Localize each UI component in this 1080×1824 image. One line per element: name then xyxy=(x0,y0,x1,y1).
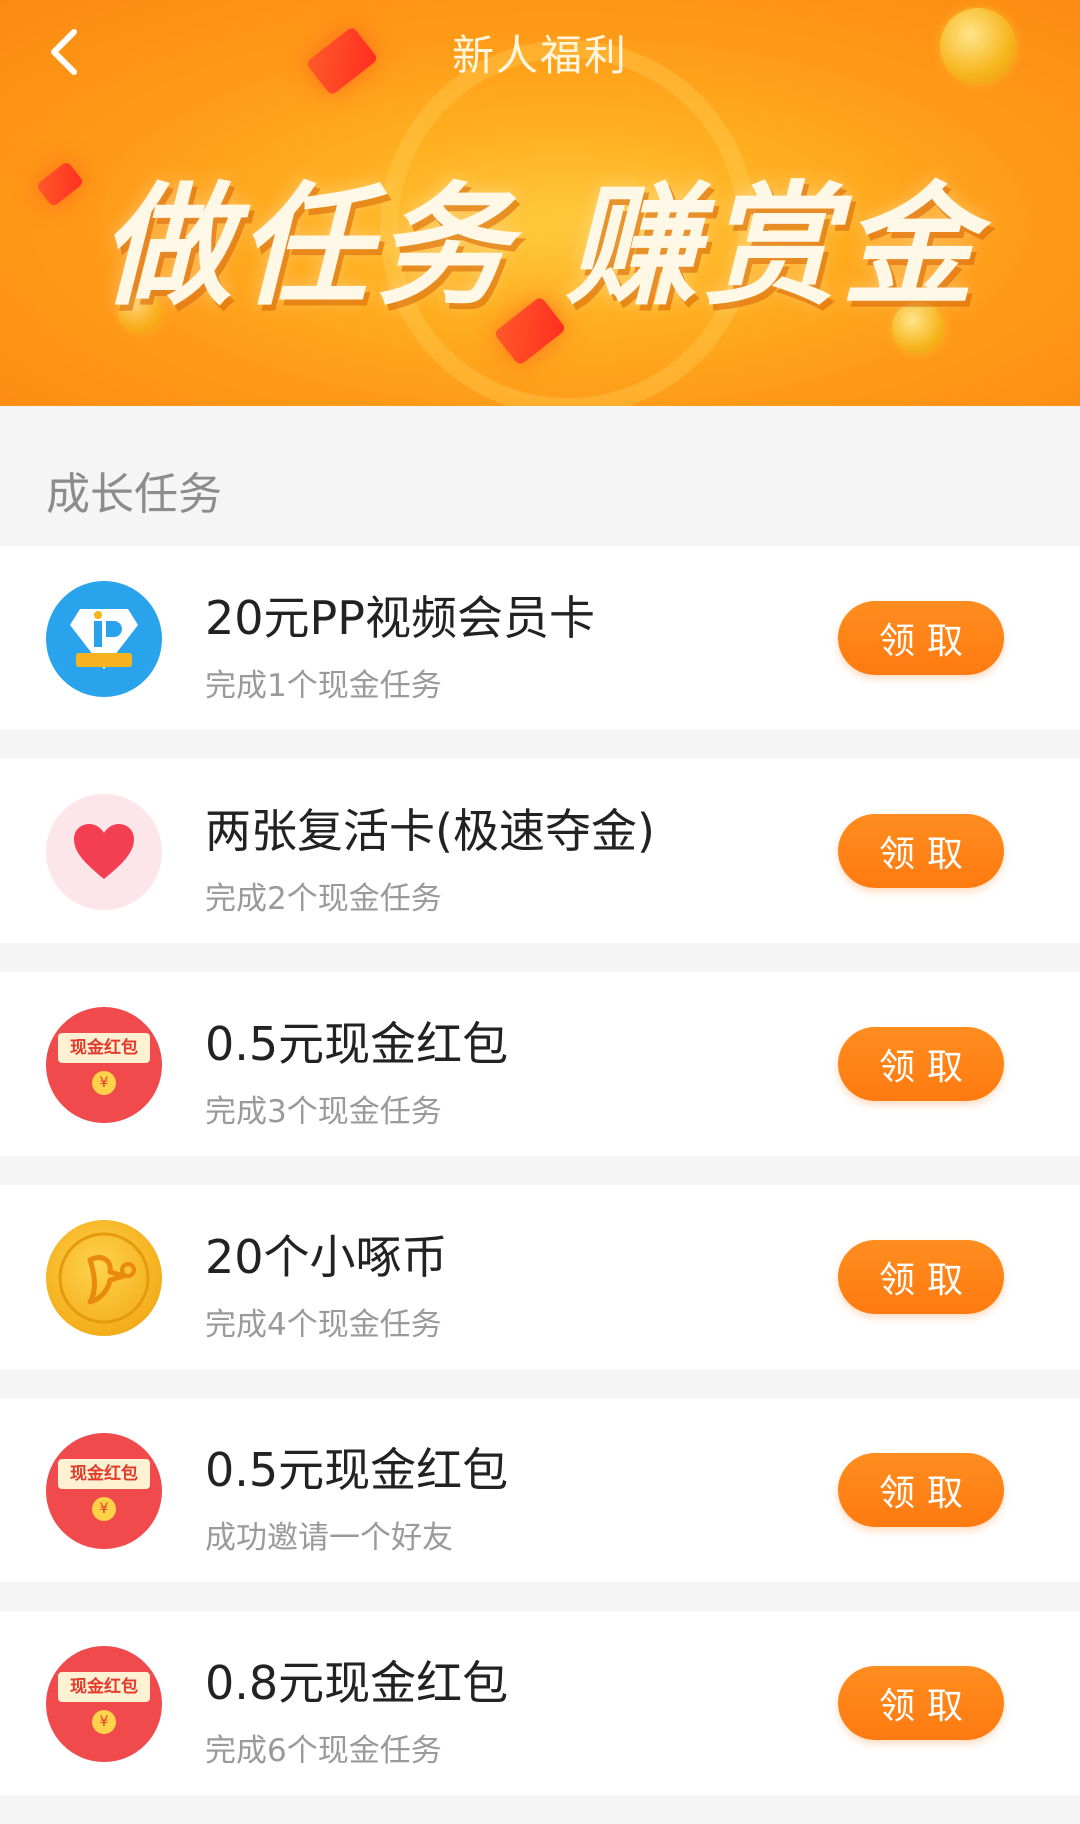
page-title: 新人福利 xyxy=(451,31,628,80)
task-item: 20元PP视频会员卡 完成1个现金任务 领取 xyxy=(0,546,1080,730)
task-title: 0.5元现金红包 xyxy=(205,1443,509,1497)
red-envelope-icon: 现金红包 ¥ xyxy=(46,1433,162,1549)
task-item: 现金红包 ¥ 0.5元现金红包 完成3个现金任务 领取 xyxy=(0,972,1080,1156)
pp-video-icon xyxy=(46,581,162,697)
claim-button[interactable]: 领取 xyxy=(838,1027,1004,1101)
header-banner: 新人福利 做任务 赚赏金 xyxy=(0,0,1080,406)
task-title: 20个小啄币 xyxy=(205,1230,448,1284)
woodpecker-coin-icon xyxy=(46,1220,162,1336)
claim-button[interactable]: 领取 xyxy=(838,601,1004,675)
hero-headline: 做任务 赚赏金 xyxy=(100,170,980,324)
task-requirement: 完成1个现金任务 xyxy=(205,668,442,704)
task-title: 两张复活卡(极速夺金) xyxy=(205,804,655,858)
yuan-coin-icon: ¥ xyxy=(92,1071,116,1095)
task-requirement: 成功邀请一个好友 xyxy=(205,1520,453,1556)
task-title: 20元PP视频会员卡 xyxy=(205,591,596,645)
task-requirement: 完成4个现金任务 xyxy=(205,1307,442,1343)
task-item: 现金红包 ¥ 0.8元现金红包 完成6个现金任务 领取 xyxy=(0,1611,1080,1795)
task-item: 20个小啄币 完成4个现金任务 领取 xyxy=(0,1185,1080,1369)
task-item: 两张复活卡(极速夺金) 完成2个现金任务 领取 xyxy=(0,759,1080,943)
red-envelope-label: 现金红包 xyxy=(58,1672,150,1702)
task-title: 0.8元现金红包 xyxy=(205,1656,509,1710)
claim-button[interactable]: 领取 xyxy=(838,1666,1004,1740)
task-requirement: 完成3个现金任务 xyxy=(205,1094,442,1130)
yuan-coin-icon: ¥ xyxy=(92,1710,116,1734)
task-list: 20元PP视频会员卡 完成1个现金任务 领取 两张复活卡(极速夺金) 完成2个现… xyxy=(0,546,1080,1824)
red-envelope-icon: 现金红包 ¥ xyxy=(46,1646,162,1762)
claim-button[interactable]: 领取 xyxy=(838,1453,1004,1527)
yuan-coin-icon: ¥ xyxy=(92,1497,116,1521)
red-envelope-label: 现金红包 xyxy=(58,1459,150,1489)
section-title: 成长任务 xyxy=(46,469,222,520)
red-envelope-icon: 现金红包 ¥ xyxy=(46,1007,162,1123)
task-requirement: 完成6个现金任务 xyxy=(205,1733,442,1769)
task-requirement: 完成2个现金任务 xyxy=(205,881,442,917)
heart-icon xyxy=(46,794,162,910)
task-item: 现金红包 ¥ 0.5元现金红包 成功邀请一个好友 领取 xyxy=(0,1398,1080,1582)
task-title: 0.5元现金红包 xyxy=(205,1017,509,1071)
claim-button[interactable]: 领取 xyxy=(838,814,1004,888)
claim-button[interactable]: 领取 xyxy=(838,1240,1004,1314)
red-envelope-label: 现金红包 xyxy=(58,1033,150,1063)
